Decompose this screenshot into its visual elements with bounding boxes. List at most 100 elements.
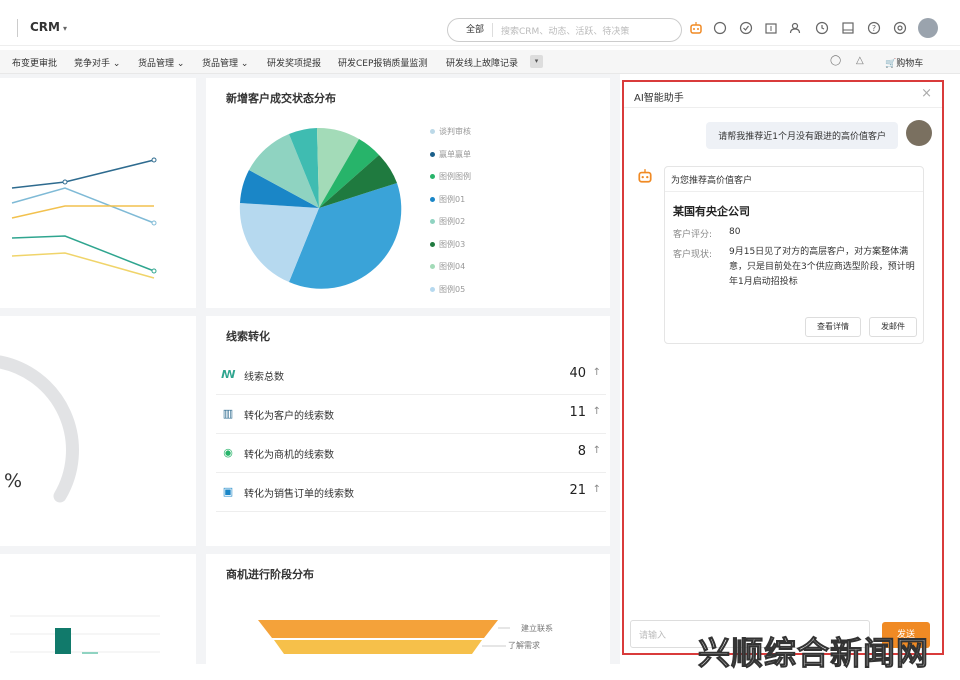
search-scope[interactable]: 全部	[448, 23, 494, 37]
check-circle-icon[interactable]	[738, 20, 754, 36]
help-icon[interactable]: ?	[866, 20, 882, 36]
close-icon[interactable]: ×	[921, 86, 932, 101]
legend-item: 图例02	[430, 216, 465, 227]
legend-dot	[430, 242, 435, 247]
watermark: 兴顺综合新闻网	[697, 634, 930, 673]
legend-label: 赢单赢单	[439, 150, 471, 159]
legend-dot	[430, 219, 435, 224]
cart-link[interactable]: 🛒购物车	[885, 56, 923, 69]
funnel-label: 建立联系	[521, 624, 553, 633]
robot-icon	[636, 168, 654, 186]
nav-item[interactable]: 竞争对手 ⌄	[74, 56, 120, 69]
gauge-card: %	[0, 316, 196, 546]
dashboard: 新增客户成交状态分布 谈判审核 赢单赢单 图例图例 图例01 图例02 图例03…	[0, 74, 620, 664]
users-icon[interactable]	[788, 20, 804, 36]
nav-more-button[interactable]: ▾	[530, 55, 543, 68]
legend-dot	[430, 174, 435, 179]
card-title: 线索转化	[226, 330, 270, 343]
legend-item: 谈判审核	[430, 126, 471, 137]
legend-item: 图例图例	[430, 171, 471, 182]
bar-chart	[10, 615, 160, 654]
legend-dot	[430, 287, 435, 292]
status-label: 客户现状:	[673, 250, 713, 260]
funnel-chart	[258, 620, 510, 654]
nav-item[interactable]: 研发奖项提报	[267, 56, 321, 69]
funnel-label: 了解需求	[508, 641, 540, 650]
send-mail-button[interactable]: 发邮件	[869, 317, 917, 337]
chart-line	[11, 205, 154, 219]
arrow-up-icon: ↑	[592, 367, 601, 378]
chart-line	[11, 235, 155, 272]
chart-bar	[82, 652, 98, 654]
building-icon: ▥	[222, 407, 234, 420]
chevron-down-icon: ▾	[63, 24, 68, 33]
lead-value: 11	[569, 405, 586, 420]
lead-label: 线索总数	[244, 372, 284, 383]
bot-intro: 为您推荐高价值客户	[671, 176, 753, 186]
nav-item[interactable]: 布变更审批	[12, 56, 57, 69]
lead-value: 21	[569, 483, 586, 498]
nav-item[interactable]: 货品管理 ⌄	[202, 56, 248, 69]
cart-label: 购物车	[896, 59, 924, 69]
company-name: 某国有央企公司	[673, 205, 750, 218]
assistant-header: AI智能助手 ×	[624, 82, 942, 108]
legend-item: 图例05	[430, 284, 465, 295]
lead-label: 转化为客户的线索数	[244, 411, 334, 422]
lead-row[interactable]: ▣ 转化为销售订单的线索数 21 ↑	[216, 473, 606, 512]
svg-text:?: ?	[872, 24, 876, 33]
assistant-title: AI智能助手	[634, 93, 684, 104]
global-search[interactable]: 全部 搜索CRM、动态、活跃、待决策	[447, 18, 682, 42]
legend-dot	[430, 152, 435, 157]
lead-row[interactable]: ▥ 转化为客户的线索数 11 ↑	[216, 395, 606, 434]
arrow-up-icon: ↑	[592, 445, 601, 456]
line-chart-card	[0, 78, 196, 308]
nav-item-label: 竞争对手	[74, 59, 111, 69]
top-bar: CRM ▾ 全部 搜索CRM、动态、活跃、待决策 ?	[0, 0, 960, 46]
divider	[665, 191, 923, 192]
bell-icon[interactable]: △	[856, 55, 864, 66]
legend-dot	[430, 129, 435, 134]
lead-value: 8	[577, 444, 586, 459]
user-avatar[interactable]	[918, 18, 938, 38]
search-input[interactable]: 搜索CRM、动态、活跃、待决策	[493, 24, 629, 37]
chart-point	[151, 220, 157, 226]
legend-item: 赢单赢单	[430, 149, 471, 160]
lead-row[interactable]: ꟿ 线索总数 40 ↑	[216, 356, 606, 395]
legend-dot	[430, 197, 435, 202]
legend-label: 图例02	[439, 217, 466, 226]
chat-icon[interactable]	[712, 20, 728, 36]
nav-item[interactable]: 货品管理 ⌄	[138, 56, 184, 69]
lead-row[interactable]: ◉ 转化为商机的线索数 8 ↑	[216, 434, 606, 473]
logo-divider	[17, 19, 18, 37]
gauge-chart	[0, 355, 79, 503]
module-nav: 布变更审批 竞争对手 ⌄ 货品管理 ⌄ 货品管理 ⌄ 研发奖项提报 研发CEP报…	[0, 50, 960, 74]
inbox-icon[interactable]	[840, 20, 856, 36]
lead-value: 40	[569, 366, 586, 381]
nav-item[interactable]: 研发线上故障记录	[446, 56, 518, 69]
funnel-stage	[274, 640, 482, 654]
status-value: 9月15日见了对方的高层客户，对方案整体满意，只是目前处在3个供应商选型阶段，预…	[729, 247, 915, 287]
chart-point	[151, 268, 157, 274]
arrow-up-icon: ↑	[592, 406, 601, 417]
user-avatar	[906, 120, 932, 146]
chart-bar	[55, 628, 71, 654]
lead-label: 转化为商机的线索数	[244, 450, 334, 461]
bot-response-card: 为您推荐高价值客户 某国有央企公司 客户评分: 80 客户现状: 9月15日见了…	[664, 166, 924, 344]
calendar-icon[interactable]	[763, 20, 779, 36]
clock-icon[interactable]	[814, 20, 830, 36]
settings-icon[interactable]	[892, 20, 908, 36]
view-detail-button[interactable]: 查看详情	[805, 317, 861, 337]
check-circle-icon[interactable]: ◯	[830, 55, 841, 66]
score-value: 80	[729, 227, 741, 237]
app-switcher[interactable]: CRM ▾	[30, 20, 67, 34]
nav-item-label: 货品管理	[202, 59, 239, 69]
user-message: 请帮我推荐近1个月没有跟进的高价值客户	[706, 122, 898, 149]
score-label: 客户评分:	[673, 230, 713, 240]
nav-item[interactable]: 研发CEP报销质量监测	[338, 56, 427, 69]
target-icon: ◉	[223, 446, 233, 459]
lead-label: 转化为销售订单的线索数	[244, 489, 354, 500]
ai-assistant-panel: AI智能助手 × 请帮我推荐近1个月没有跟进的高价值客户 为您推荐高价值客户 某…	[622, 80, 944, 655]
arrow-up-icon: ↑	[592, 484, 601, 495]
nav-item-label: 货品管理	[138, 59, 175, 69]
robot-icon[interactable]	[688, 20, 704, 36]
